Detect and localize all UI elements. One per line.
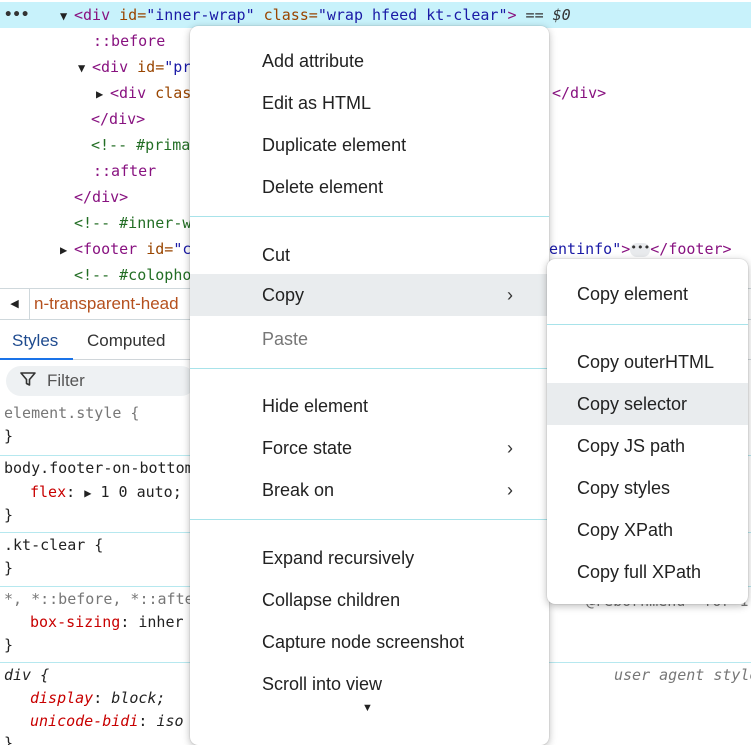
rule-selector[interactable]: *, *::before, *::afte [4, 588, 194, 611]
rule-declaration[interactable]: box-sizing: inher [30, 611, 184, 634]
tag-open: <div [74, 6, 111, 24]
css-value: 1 0 auto; [100, 483, 182, 501]
menu-item-expand-recursively[interactable]: Expand recursively [190, 537, 549, 579]
attr-value: "wrap hfeed kt-clear" [317, 6, 508, 24]
menu-item-delete-element[interactable]: Delete element [190, 166, 549, 208]
rule-selector[interactable]: element.style { [4, 402, 139, 425]
pseudo-element: ::after [93, 162, 157, 180]
collapse-triangle-icon[interactable]: ▶ [96, 81, 110, 107]
menu-item-copy-element[interactable]: Copy element [547, 273, 748, 315]
menu-item-break-on[interactable]: Break on › [190, 469, 549, 511]
chevron-right-icon: › [507, 438, 513, 458]
chevron-right-icon: › [507, 480, 513, 500]
tag-open: <div [110, 84, 147, 102]
rule-declaration[interactable]: flex: ▶ 1 0 auto; [30, 481, 182, 504]
menu-item-copy-styles[interactable]: Copy styles [547, 467, 748, 509]
menu-item-paste: Paste [262, 329, 309, 349]
menu-item-scroll-into-view[interactable]: Scroll into view [190, 663, 549, 705]
menu-item-copy-xpath[interactable]: Copy XPath [547, 509, 748, 551]
tag-end: </div> [91, 110, 146, 128]
menu-separator [190, 519, 549, 520]
menu-item-hide-element[interactable]: Hide element [190, 385, 549, 427]
css-value: iso [156, 712, 184, 730]
tag-end: </div> [74, 188, 129, 206]
rule-declaration: display: block; [30, 689, 166, 707]
expand-triangle-icon[interactable]: ▼ [78, 55, 92, 81]
menu-separator [547, 324, 748, 325]
attr-value: entinfo" [549, 240, 622, 258]
breadcrumb-scroll-left-icon[interactable]: ◀ [0, 289, 30, 319]
tag-end: </footer> [650, 240, 732, 258]
menu-item-label: Break on [262, 480, 335, 500]
attr-name: id= [128, 58, 165, 76]
user-agent-note: user agent style [614, 666, 751, 684]
tab-styles[interactable]: Styles [0, 320, 73, 360]
menu-item-duplicate-element[interactable]: Duplicate element [190, 124, 549, 166]
tag-close: > [621, 240, 631, 258]
menu-item-force-state[interactable]: Force state › [190, 427, 549, 469]
menu-separator [190, 368, 549, 369]
styles-filter-input[interactable]: Filter [6, 366, 196, 396]
rule-close: } [4, 559, 14, 577]
tag-open: <footer [74, 240, 138, 258]
copy-submenu: Copy element Copy outerHTML Copy selecto… [547, 259, 748, 604]
menu-separator [190, 216, 549, 217]
filter-icon [20, 371, 36, 392]
ellipsis-pill-icon[interactable]: ••• [630, 242, 651, 257]
chevron-right-icon: › [507, 285, 513, 305]
menu-item-copy-js-path[interactable]: Copy JS path [547, 425, 748, 467]
menu-item-capture-node-screenshot[interactable]: Capture node screenshot [190, 621, 549, 663]
breadcrumb-item[interactable]: n-transparent-head [34, 289, 179, 319]
rule-selector[interactable]: .kt-clear { [4, 534, 103, 557]
css-property: display [30, 689, 94, 707]
tag-end: </div> [552, 84, 607, 102]
attr-name: id= [137, 240, 174, 258]
menu-item-copy-outerhtml[interactable]: Copy outerHTML [547, 341, 748, 383]
attr-value: "inner-wrap" [146, 6, 255, 24]
context-menu: Add attribute Edit as HTML Duplicate ele… [190, 26, 549, 745]
menu-item-add-attribute[interactable]: Add attribute [190, 40, 549, 82]
selected-node-marker: == $0 [516, 6, 571, 24]
rule-close: } [4, 734, 14, 745]
expand-triangle-icon[interactable]: ▼ [60, 3, 74, 29]
css-value: block; [111, 689, 166, 707]
rule-close: } [4, 427, 14, 445]
dom-node-inner-wrap-selected[interactable]: ••• ▼ <div id="inner-wrap" class="wrap hf… [0, 2, 751, 28]
menu-item-label: Copy [262, 285, 305, 305]
css-property: unicode-bidi [30, 712, 139, 730]
rule-close: } [4, 636, 14, 654]
tag-open: <div [92, 58, 129, 76]
menu-scroll-down-icon[interactable]: ▼ [362, 702, 373, 714]
rule-close: } [4, 506, 14, 524]
html-comment: <!-- #prima [91, 136, 191, 154]
attr-name: clas [146, 84, 192, 102]
css-property: flex [30, 483, 67, 501]
menu-item-edit-as-html[interactable]: Edit as HTML [190, 82, 549, 124]
rule-selector[interactable]: div { [4, 664, 49, 687]
html-comment: <!-- #colopho [74, 266, 192, 284]
attr-value: "c [173, 240, 192, 258]
rule-selector[interactable]: body.footer-on-bottom [4, 457, 194, 480]
attr-name: class= [254, 6, 318, 24]
css-property: box-sizing [30, 613, 121, 631]
menu-item-cut[interactable]: Cut [190, 234, 549, 276]
expand-value-icon[interactable]: ▶ [84, 486, 91, 500]
css-value: inher [138, 613, 184, 631]
pseudo-element: ::before [93, 32, 166, 50]
collapse-triangle-icon[interactable]: ▶ [60, 237, 74, 263]
attr-value: "pr [164, 58, 192, 76]
menu-item-copy-full-xpath[interactable]: Copy full XPath [547, 551, 748, 593]
tab-computed[interactable]: Computed [87, 320, 165, 360]
overflow-dots-icon[interactable]: ••• [4, 2, 29, 28]
tag-close: > [507, 6, 517, 24]
filter-placeholder: Filter [47, 371, 85, 390]
attr-name: id= [110, 6, 147, 24]
menu-item-collapse-children[interactable]: Collapse children [190, 579, 549, 621]
menu-item-copy[interactable]: Copy › [190, 274, 549, 316]
html-comment: <!-- #inner-w [74, 214, 192, 232]
rule-declaration: unicode-bidi: iso [30, 712, 184, 730]
menu-item-label: Force state [262, 438, 353, 458]
menu-item-copy-selector[interactable]: Copy selector [547, 383, 748, 425]
